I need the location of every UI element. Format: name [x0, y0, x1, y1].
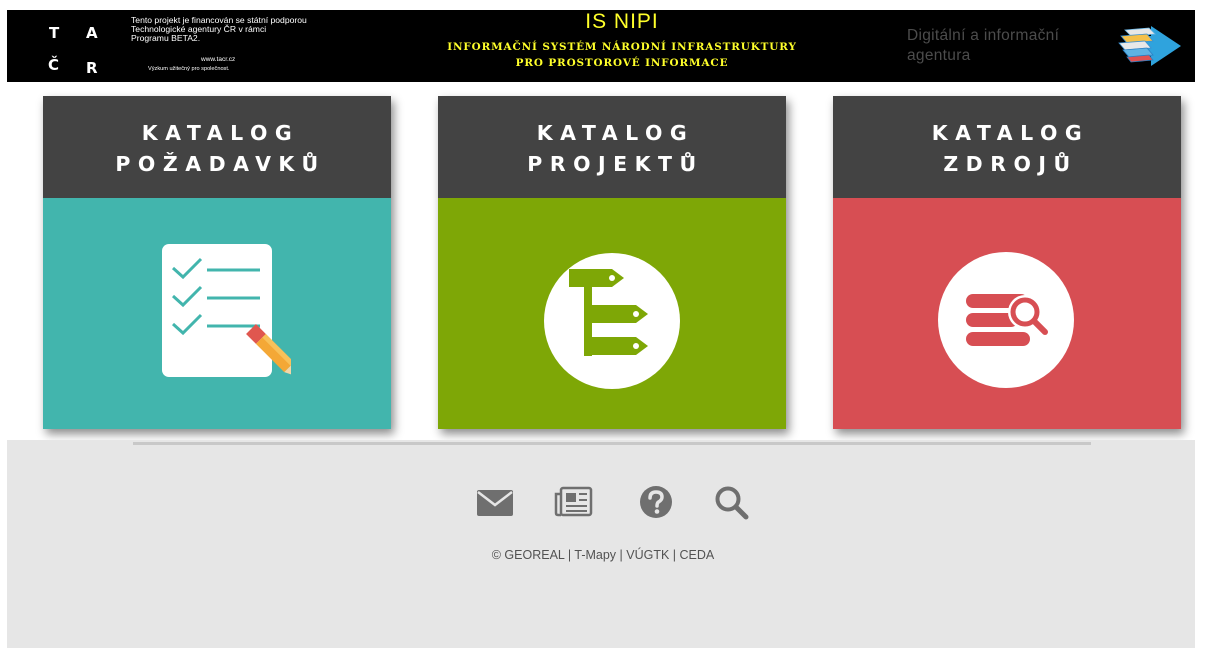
tacr-logo[interactable]: T A Č R	[39, 16, 119, 76]
newspaper-icon[interactable]	[553, 484, 593, 520]
agency-name-line: Digitální a informační	[907, 27, 1060, 44]
database-search-icon	[938, 252, 1074, 388]
tacr-letter-t: T	[49, 24, 60, 42]
site-title[interactable]: IS NIPI	[427, 10, 817, 34]
catalog-title-line: ZDROJŮ	[943, 152, 1078, 176]
catalog-card-body	[833, 198, 1181, 429]
checklist-pencil-icon	[162, 244, 291, 378]
catalog-card-body	[43, 198, 391, 429]
section-divider	[133, 442, 1091, 445]
agency-name-line: agentura	[907, 47, 971, 64]
envelope-icon[interactable]	[475, 484, 515, 520]
site-subtitle: INFORMAČNÍ SYSTÉM NÁRODNÍ INFRASTRUKTURY…	[407, 39, 837, 71]
catalog-card-requirements[interactable]: KATALOG POŽADAVKŮ	[43, 96, 391, 429]
catalog-card-header: KATALOG PROJEKTŮ	[438, 96, 786, 198]
catalog-card-header: KATALOG ZDROJŮ	[833, 96, 1181, 198]
search-icon[interactable]	[712, 484, 752, 520]
project-tree-icon	[544, 253, 680, 389]
site-subtitle-line: PRO PROSTOROVÉ INFORMACE	[515, 57, 729, 69]
dia-arrow-logo-icon[interactable]	[1115, 22, 1181, 70]
catalog-title-line: POŽADAVKŮ	[115, 152, 326, 176]
catalog-title-line: KATALOG	[931, 121, 1090, 145]
catalog-title-line: PROJEKTŮ	[527, 152, 704, 176]
copyright-text: © GEOREAL | T-Mapy | VÚGTK | CEDA	[491, 548, 715, 562]
header-bar: T A Č R Tento projekt je financován se s…	[7, 10, 1195, 82]
agency-name[interactable]: Digitální a informační agentura	[907, 26, 1097, 66]
tacr-letter-a: A	[86, 24, 98, 42]
tacr-funding-line: Programu BETA2.	[131, 33, 201, 43]
question-circle-icon[interactable]	[636, 484, 676, 520]
catalog-card-resources[interactable]: KATALOG ZDROJŮ	[833, 96, 1181, 429]
catalog-title-line: KATALOG	[141, 121, 300, 145]
footer	[7, 440, 1195, 648]
tacr-slogan: Výzkum užitečný pro společnost.	[148, 66, 230, 72]
catalog-card-projects[interactable]: KATALOG PROJEKTŮ	[438, 96, 786, 429]
catalog-card-body	[438, 198, 786, 429]
tacr-website-link[interactable]: www.tacr.cz	[201, 56, 235, 63]
tacr-letter-r: R	[86, 59, 98, 77]
tacr-letter-c: Č	[48, 56, 60, 74]
catalog-card-header: KATALOG POŽADAVKŮ	[43, 96, 391, 198]
catalog-title-line: KATALOG	[536, 121, 695, 145]
site-subtitle-line: INFORMAČNÍ SYSTÉM NÁRODNÍ INFRASTRUKTURY	[447, 41, 797, 53]
tacr-funding-note: Tento projekt je financován se státní po…	[131, 16, 351, 43]
